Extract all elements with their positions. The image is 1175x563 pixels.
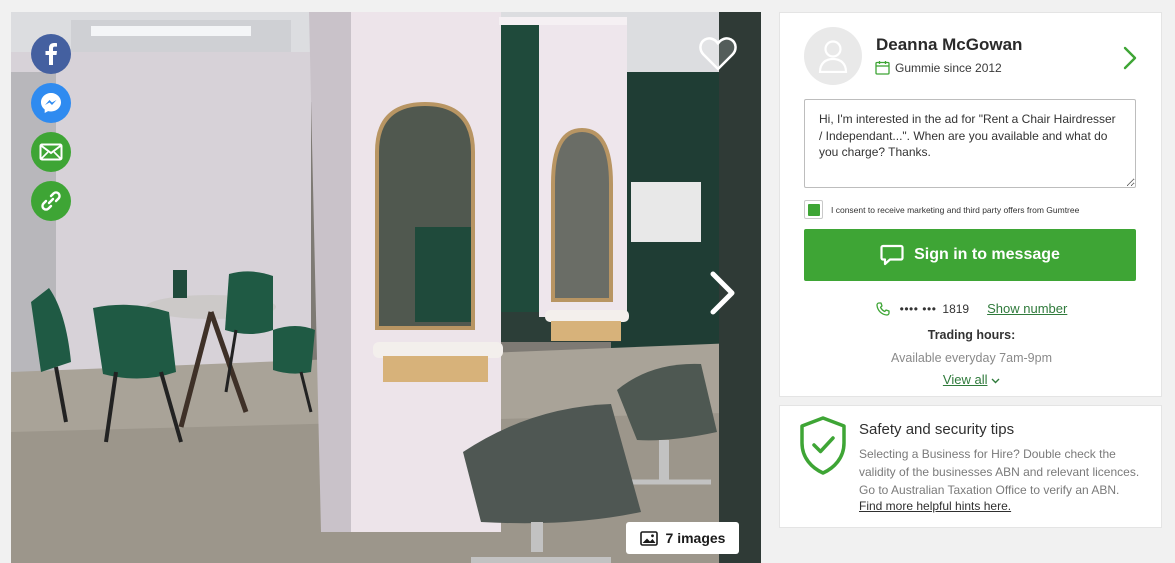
facebook-icon [45,43,57,65]
avatar[interactable] [804,27,862,85]
link-icon [41,191,61,211]
email-icon [39,143,63,161]
messenger-share-button[interactable] [31,83,71,123]
chevron-right-icon [710,271,735,315]
image-gallery[interactable]: 7 images [11,12,761,563]
checkbox-checked-icon [807,203,820,216]
safety-tips-card: Safety and security tips Selecting a Bus… [779,405,1162,528]
copy-link-button[interactable] [31,181,71,221]
chevron-down-icon [991,378,1000,384]
email-share-button[interactable] [31,132,71,172]
shield-check-icon [800,416,846,475]
phone-masked: •••• ••• [899,301,937,316]
safety-body: Selecting a Business for Hire? Double ch… [859,447,1140,497]
view-all-hours-link[interactable]: View all [780,372,1163,387]
member-since: Gummie since 2012 [875,60,1002,75]
seller-profile-link[interactable] [1123,46,1137,75]
consent-label: I consent to receive marketing and third… [831,204,1080,215]
calendar-icon [875,61,890,75]
phone-row: •••• ••• 1819 Show number [780,301,1163,316]
chat-bubble-icon [880,244,904,266]
sign-in-to-message-button[interactable]: Sign in to message [804,229,1136,281]
show-number-link[interactable]: Show number [987,301,1067,316]
seller-name[interactable]: Deanna McGowan [876,35,1022,55]
chevron-right-icon [1123,46,1137,70]
listing-photo[interactable] [11,12,761,563]
image-count-label: 7 images [665,530,726,546]
safety-title: Safety and security tips [859,421,1015,438]
phone-icon [876,301,890,316]
message-textarea[interactable]: Hi, I'm interested in the ad for "Rent a… [804,99,1136,188]
consent-checkbox[interactable] [804,200,823,219]
messenger-icon [41,93,61,113]
helpful-hints-link[interactable]: Find more helpful hints here. [859,499,1011,513]
trading-hours-title: Trading hours: [927,328,1016,342]
facebook-share-button[interactable] [31,34,71,74]
sign-in-label: Sign in to message [914,246,1060,263]
marketing-consent: I consent to receive marketing and third… [804,200,1079,219]
save-favourite-button[interactable] [699,36,737,72]
member-since-text: Gummie since 2012 [895,60,1002,75]
trading-hours-value: Available everyday 7am-9pm [891,351,1052,365]
phone-suffix: 1819 [942,301,970,316]
image-icon [639,530,658,546]
view-all-label: View all [942,372,988,387]
user-avatar-icon [818,40,848,73]
next-image-button[interactable] [705,268,739,318]
seller-contact-card: Deanna McGowan Gummie since 2012 Hi, I'm… [779,12,1162,397]
image-count-button[interactable]: 7 images [626,522,739,554]
heart-icon [699,37,737,71]
